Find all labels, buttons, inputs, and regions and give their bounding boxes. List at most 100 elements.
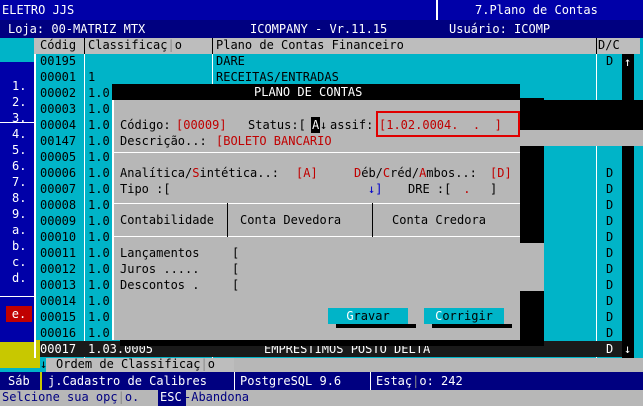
row-code[interactable]: 00017 <box>40 341 76 357</box>
row-code[interactable]: 00001 <box>40 69 76 85</box>
row-dc[interactable]: D <box>606 229 613 245</box>
database: PostgreSQL 9.6 <box>240 374 342 388</box>
module-title: 7.Plano de Contas <box>475 3 598 17</box>
analitica-sintetica-label: Analítica/Sintética..: <box>120 166 279 180</box>
gravar-button-shadow <box>336 324 416 328</box>
row-classification[interactable]: 1.0 <box>88 325 110 341</box>
main-menu-item[interactable]: b. <box>12 238 34 254</box>
esc-key[interactable]: ESC <box>160 389 182 405</box>
row-classification[interactable]: 1.0 <box>88 213 110 229</box>
column-codigo[interactable]: Códig <box>40 37 76 53</box>
row-dc[interactable]: D <box>606 277 613 293</box>
row-code[interactable]: 00013 <box>40 277 76 293</box>
row-classification[interactable]: 1.0 <box>88 229 110 245</box>
row-code[interactable]: 00004 <box>40 117 76 133</box>
tipo-dropdown-icon[interactable]: ↓] <box>368 181 382 197</box>
row-classification[interactable]: 1 <box>88 69 95 85</box>
dre-field[interactable]: . <box>456 181 478 197</box>
main-menu-item[interactable]: 5. <box>12 142 34 158</box>
row-description[interactable]: RECEITAS/ENTRADAS <box>216 69 339 85</box>
row-dc[interactable]: D <box>606 53 613 69</box>
main-menu-item[interactable]: d. <box>12 270 34 286</box>
row-code[interactable]: 00011 <box>40 245 76 261</box>
row-code[interactable]: 00015 <box>40 309 76 325</box>
juros-field[interactable]: [ <box>232 261 239 277</box>
row-code[interactable]: 00010 <box>40 229 76 245</box>
grid-col-line <box>372 203 373 237</box>
main-menu-item[interactable]: 3. <box>12 110 34 126</box>
row-code[interactable]: 00005 <box>40 149 76 165</box>
classificacao-field[interactable]: [1.02.0004. . ] <box>379 117 502 133</box>
row-classification[interactable]: 1.0 <box>88 277 110 293</box>
row-code[interactable]: 00008 <box>40 197 76 213</box>
row-dc[interactable]: D <box>606 245 613 261</box>
row-dc[interactable]: D <box>606 293 613 309</box>
main-menu-item[interactable]: a. <box>12 222 34 238</box>
row-code[interactable]: 00006 <box>40 165 76 181</box>
row-code[interactable]: 00002 <box>40 85 76 101</box>
row-code[interactable]: 00147 <box>40 133 76 149</box>
column-plano-de-contas[interactable]: Plano de Contas Financeiro <box>216 37 404 53</box>
column-classificacao[interactable]: Classificaç|o <box>88 37 182 53</box>
main-menu-item[interactable]: 1. <box>12 78 34 94</box>
main-menu-item[interactable]: 4. <box>12 126 34 142</box>
row-classification[interactable]: 1.0 <box>88 149 110 165</box>
main-menu-item[interactable]: e. <box>6 306 32 322</box>
grid-header-line <box>112 236 520 237</box>
row-code[interactable]: 00014 <box>40 293 76 309</box>
main-menu-item[interactable]: 7. <box>12 174 34 190</box>
row-classification[interactable]: 1.0 <box>88 261 110 277</box>
app-version: ICOMPANY - Vr.11.15 <box>250 22 388 36</box>
main-menu-item[interactable]: 9. <box>12 206 34 222</box>
row-dc[interactable]: D <box>606 197 613 213</box>
row-classification[interactable]: 1.0 <box>88 181 110 197</box>
row-code[interactable]: 00195 <box>40 53 76 69</box>
row-dc[interactable]: D <box>606 341 613 357</box>
scroll-up-icon[interactable]: ↑ <box>624 54 631 70</box>
menu-divider <box>0 296 36 297</box>
row-dc[interactable]: D <box>606 325 613 341</box>
scroll-down-icon[interactable]: ↓ <box>624 341 631 357</box>
row-dc[interactable]: D <box>606 309 613 325</box>
row-classification[interactable]: 1.0 <box>88 293 110 309</box>
row-classification[interactable]: 1.0 <box>88 133 110 149</box>
dialog-left-border <box>112 100 114 340</box>
lancamentos-field[interactable]: [ <box>232 245 239 261</box>
gravar-button[interactable]: Gravar <box>328 308 408 324</box>
row-code[interactable]: 00016 <box>40 325 76 341</box>
descontos-field[interactable]: [ <box>232 277 239 293</box>
row-classification[interactable]: 1.0 <box>88 101 110 117</box>
codigo-field[interactable]: [00009] <box>176 117 227 133</box>
main-menu-item[interactable]: c. <box>12 254 34 270</box>
main-menu-item[interactable]: 8. <box>12 190 34 206</box>
row-code[interactable]: 00009 <box>40 213 76 229</box>
main-menu-item[interactable]: 6. <box>12 158 34 174</box>
row-dc[interactable]: D <box>606 261 613 277</box>
column-dc[interactable]: D/C <box>598 37 620 53</box>
row-code[interactable]: 00007 <box>40 181 76 197</box>
main-menu-item[interactable]: 2. <box>12 94 34 110</box>
debito-credito-field[interactable]: [D] <box>490 165 512 181</box>
row-code[interactable]: 00003 <box>40 101 76 117</box>
row-code[interactable]: 00012 <box>40 261 76 277</box>
analitica-sintetica-field[interactable]: [A] <box>296 165 318 181</box>
descricao-field[interactable]: [BOLETO BANCARIO <box>216 133 332 149</box>
codigo-label: Código: <box>120 118 171 132</box>
dre-label: DRE :[ <box>408 182 452 196</box>
status-field[interactable]: A <box>312 117 319 133</box>
row-classification[interactable]: 1.0 <box>88 197 110 213</box>
row-dc[interactable]: D <box>606 181 613 197</box>
corrigir-button[interactable]: Corrigir <box>424 308 504 324</box>
row-classification[interactable]: 1.0 <box>88 165 110 181</box>
order-tab-label[interactable]: Ordem de Classificaç|o <box>56 356 215 372</box>
status-dropdown-icon[interactable]: ↓ <box>320 117 327 133</box>
status-label: Status:[ <box>248 118 306 132</box>
row-classification[interactable]: 1.0 <box>88 85 110 101</box>
row-classification[interactable]: 1.0 <box>88 245 110 261</box>
row-dc[interactable]: D <box>606 213 613 229</box>
store-label: Loja: 00-MATRIZ MTX <box>8 22 146 36</box>
row-description[interactable]: DARE <box>216 53 245 69</box>
row-classification[interactable]: 1.0 <box>88 117 110 133</box>
row-dc[interactable]: D <box>606 165 613 181</box>
row-classification[interactable]: 1.0 <box>88 309 110 325</box>
